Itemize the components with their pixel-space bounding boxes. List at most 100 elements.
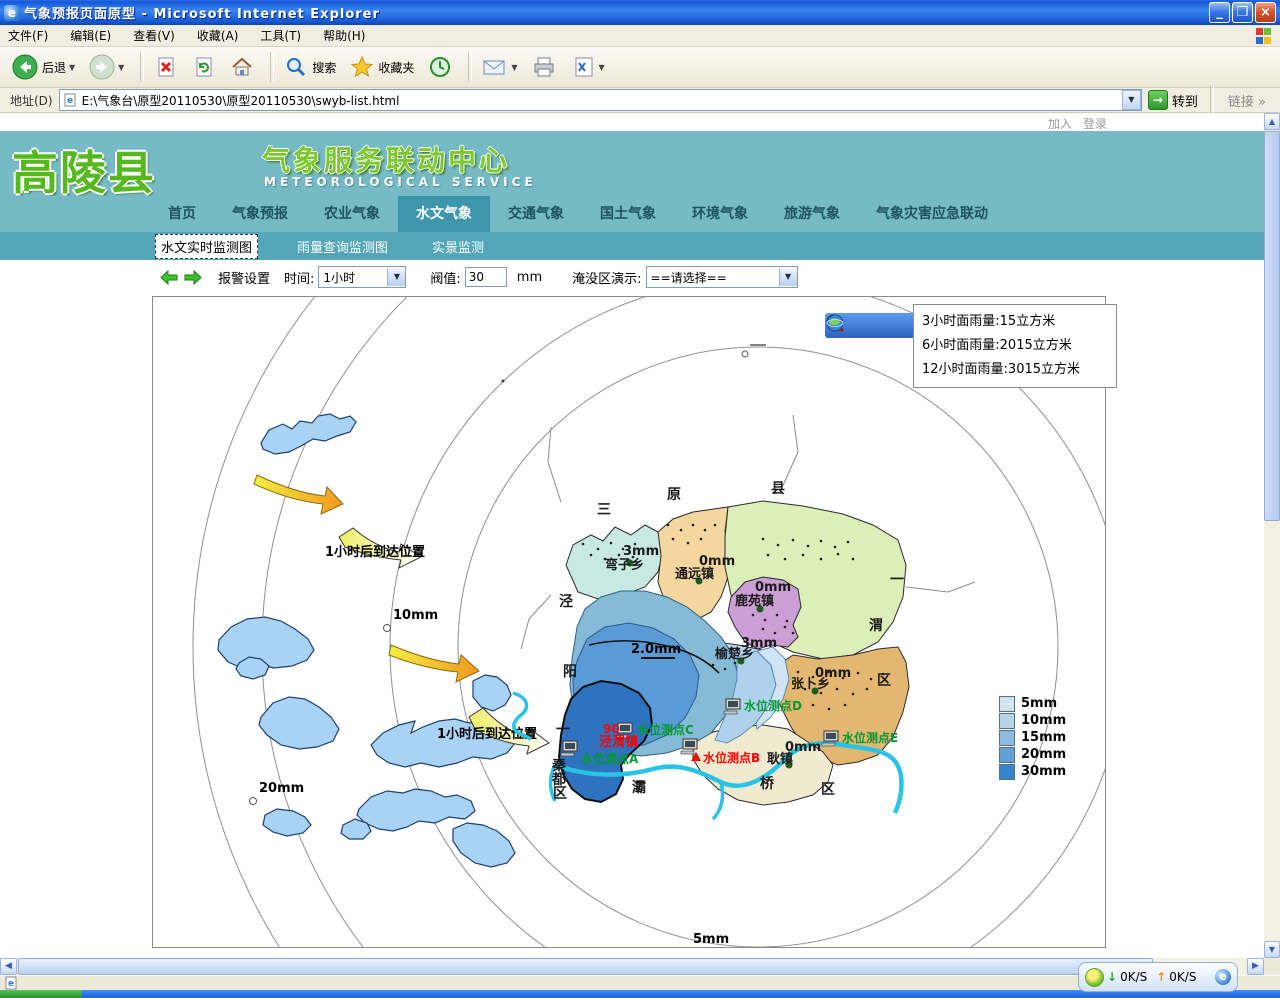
ring-label-10mm: 10mm xyxy=(393,608,438,623)
next-arrow-button[interactable] xyxy=(184,270,202,285)
upload-speed: 0K/S xyxy=(1169,970,1196,984)
stop-button[interactable] xyxy=(150,53,182,81)
station-label-C: 水位测点C xyxy=(637,722,694,737)
vertical-scrollbar[interactable]: ▲ ▼ xyxy=(1264,113,1280,958)
subtab-live-view[interactable]: 实景监测 xyxy=(427,235,489,258)
station-D[interactable]: 水位测点D xyxy=(724,698,802,714)
tab-agriculture[interactable]: 农业气象 xyxy=(306,196,398,232)
legend-row: 20mm xyxy=(999,746,1066,763)
menu-edit[interactable]: 编辑(E) xyxy=(70,27,111,44)
vertical-scroll-thumb[interactable] xyxy=(1264,131,1280,521)
legend-label: 30mm xyxy=(1021,764,1066,779)
menu-favorites[interactable]: 收藏(A) xyxy=(197,27,239,44)
cloud[interactable] xyxy=(473,675,511,711)
menu-tools[interactable]: 工具(T) xyxy=(260,27,301,44)
prev-arrow-button[interactable] xyxy=(160,270,178,285)
minimize-button[interactable]: _ xyxy=(1209,2,1230,23)
ring-label-5mm: 5mm xyxy=(693,932,729,947)
cloud[interactable] xyxy=(453,823,515,867)
ie-speed-icon[interactable]: e xyxy=(1215,969,1231,985)
links-label[interactable]: 链接 » xyxy=(1228,91,1266,110)
login-link[interactable]: 登录 xyxy=(1083,115,1107,132)
district-label: 灞 xyxy=(632,779,646,796)
globe-icon[interactable] xyxy=(825,313,845,333)
status-page-icon: e xyxy=(4,976,18,990)
legend-row: 5mm xyxy=(999,695,1066,712)
district-label: 一 xyxy=(890,572,904,588)
close-button[interactable]: × xyxy=(1255,2,1276,23)
back-label: 后退 xyxy=(42,59,66,76)
cloud[interactable] xyxy=(261,414,356,454)
station-E[interactable]: 水位测点E xyxy=(822,730,898,746)
print-button[interactable] xyxy=(528,53,562,81)
back-icon xyxy=(12,54,38,80)
region-label-wanzixiang: 弯子乡 xyxy=(605,557,644,573)
threshold-input[interactable] xyxy=(465,267,507,287)
forward-button[interactable]: ▼ xyxy=(85,52,128,82)
horizontal-scrollbar[interactable]: ◀ ▶ xyxy=(0,958,1264,975)
district-label: 桥 xyxy=(760,775,775,792)
tab-weather-forecast[interactable]: 气象预报 xyxy=(214,196,306,232)
region-rain-yuchuxiang: 3mm xyxy=(741,636,777,651)
legend-swatch xyxy=(999,696,1015,712)
logo-county: 高陵县 xyxy=(12,137,156,203)
scroll-up-button[interactable]: ▲ xyxy=(1264,113,1280,130)
cloud[interactable] xyxy=(218,617,314,668)
cloud[interactable] xyxy=(263,809,311,836)
tab-land[interactable]: 国土气象 xyxy=(582,196,674,232)
refresh-button[interactable] xyxy=(188,53,220,81)
back-button[interactable]: 后退▼ xyxy=(8,52,79,82)
security-suite-icon[interactable] xyxy=(1085,968,1104,987)
mail-button[interactable]: ▼ xyxy=(478,53,521,81)
toolbar-separator xyxy=(270,52,274,82)
scroll-down-button[interactable]: ▼ xyxy=(1264,941,1280,958)
region-rain-gengzhen: 0mm xyxy=(785,740,821,755)
address-field: e ▼ xyxy=(59,89,1142,111)
flood-demo-select[interactable]: ==请选择==▼ xyxy=(646,266,798,288)
tab-environment[interactable]: 环境气象 xyxy=(674,196,766,232)
edit-button[interactable]: ▼ xyxy=(568,53,609,81)
download-speed: 0K/S xyxy=(1120,970,1147,984)
map-canvas[interactable]: 10mm 20mm 5mm xyxy=(152,296,1106,948)
legend-row: 30mm xyxy=(999,763,1066,780)
contour-label: 2.0mm xyxy=(631,642,681,657)
window-titlebar: e 气象预报页面原型 - Microsoft Internet Explorer… xyxy=(0,0,1280,25)
join-link[interactable]: 加入 xyxy=(1048,115,1072,132)
cloud[interactable] xyxy=(357,789,475,831)
go-button[interactable]: → 转到 xyxy=(1148,90,1198,110)
scroll-left-button[interactable]: ◀ xyxy=(0,958,17,975)
flood-demo-label: 淹没区演示: xyxy=(572,268,641,287)
go-label: 转到 xyxy=(1172,91,1198,110)
logo-subtitle: METEOROLOGICAL SERVICE xyxy=(264,175,537,189)
home-button[interactable] xyxy=(226,53,258,81)
scroll-right-button[interactable]: ▶ xyxy=(1247,958,1264,975)
search-label: 搜索 xyxy=(312,59,336,76)
tab-traffic[interactable]: 交通气象 xyxy=(490,196,582,232)
restore-button[interactable]: ❒ xyxy=(1232,2,1253,23)
tab-hydrology[interactable]: 水文气象 xyxy=(398,196,490,232)
rain-6h: 6小时面雨量:2015立方米 xyxy=(922,334,1108,358)
windows-logo-icon xyxy=(1256,28,1272,44)
start-button[interactable] xyxy=(0,990,82,998)
tab-disaster-response[interactable]: 气象灾害应急联动 xyxy=(858,196,1006,232)
subtab-realtime-monitor[interactable]: 水文实时监测图 xyxy=(155,234,258,259)
favorites-button[interactable]: 收藏夹 xyxy=(346,53,418,81)
subtab-rain-query[interactable]: 雨量查询监测图 xyxy=(292,235,393,258)
history-button[interactable] xyxy=(424,53,456,81)
menu-help[interactable]: 帮助(H) xyxy=(323,27,365,44)
station-label-D: 水位测点D xyxy=(744,698,802,713)
tab-tourism[interactable]: 旅游气象 xyxy=(766,196,858,232)
time-select[interactable]: 1小时▼ xyxy=(318,266,406,288)
menu-file[interactable]: 文件(F) xyxy=(8,27,48,44)
tab-home[interactable]: 首页 xyxy=(150,196,214,232)
search-icon xyxy=(284,55,308,79)
station-label-A: 水位测点A xyxy=(581,751,639,766)
horizontal-scroll-thumb[interactable] xyxy=(18,958,1153,975)
search-button[interactable]: 搜索 xyxy=(280,53,340,81)
region-rain-zhangbuxiang: 0mm xyxy=(815,666,851,681)
address-input[interactable] xyxy=(80,91,1122,109)
history-icon xyxy=(428,55,452,79)
network-speed-widget: ↓ 0K/S ↑ 0K/S e xyxy=(1078,962,1238,992)
menu-view[interactable]: 查看(V) xyxy=(133,27,175,44)
address-dropdown-button[interactable]: ▼ xyxy=(1122,90,1141,110)
